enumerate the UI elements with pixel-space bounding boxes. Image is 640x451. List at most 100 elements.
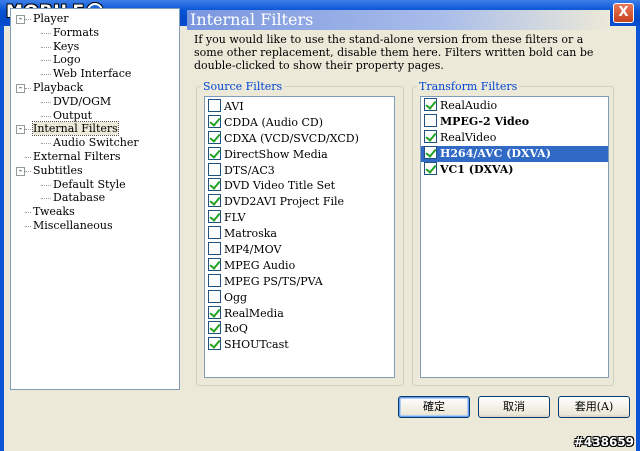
tree-item-audio-switcher[interactable]: Audio Switcher <box>15 136 179 150</box>
tree-connector <box>25 19 31 20</box>
filter-checkbox[interactable] <box>424 145 437 159</box>
filter-item-mp4-mov[interactable]: MP4/MOV <box>205 242 394 258</box>
filter-label: DTS/AC3 <box>224 163 275 177</box>
filter-item-dvd2avi-project-file[interactable]: DVD2AVI Project File <box>205 194 394 210</box>
filter-label: RealVideo <box>440 130 497 144</box>
filter-label: CDDA (Audio CD) <box>224 115 324 129</box>
transform-filters-list[interactable]: RealAudio MPEG-2 Video RealVideo H264/AVC (… <box>420 96 609 378</box>
tree-item-external-filters[interactable]: External Filters <box>15 150 179 164</box>
tree-item-logo[interactable]: Logo <box>15 53 179 67</box>
tree-item-label: Tweaks <box>33 205 75 219</box>
tree-item-subtitles[interactable]: - Subtitles <box>15 164 179 178</box>
filter-checkbox[interactable] <box>424 161 437 175</box>
collapse-icon[interactable]: - <box>16 166 25 176</box>
filter-checkbox[interactable] <box>208 210 221 224</box>
filter-label: H264/AVC (DXVA) <box>440 146 551 160</box>
filter-label: MP4/MOV <box>224 243 282 257</box>
tree-item-output[interactable]: Output <box>15 109 179 123</box>
page-title: Internal Filters <box>187 10 610 30</box>
tree-item-tweaks[interactable]: Tweaks <box>15 205 179 219</box>
filter-checkbox[interactable] <box>208 289 221 303</box>
tree-item-playback[interactable]: - Playback <box>15 81 179 95</box>
filter-checkbox[interactable] <box>208 273 221 287</box>
tree-item-label: Web Interface <box>53 67 132 81</box>
tree-item-player[interactable]: - Player <box>15 12 179 26</box>
filter-label: MPEG-2 Video <box>440 114 530 128</box>
filter-checkbox[interactable] <box>208 226 221 240</box>
tree-item-dvd-ogm[interactable]: DVD/OGM <box>15 95 179 109</box>
options-tree: - Player Formats Keys Logo Web Interface - Play… <box>10 8 180 390</box>
filter-item-mpeg-audio[interactable]: MPEG Audio <box>205 257 394 274</box>
filter-item-shoutcast[interactable]: SHOUTcast <box>205 337 394 353</box>
filter-label: MPEG PS/TS/PVA <box>224 274 323 288</box>
filter-checkbox[interactable] <box>208 146 221 160</box>
collapse-icon[interactable]: - <box>16 15 25 24</box>
tree-item-keys[interactable]: Keys <box>15 40 179 54</box>
filter-item-cdxa-vcd-svcd-xcd[interactable]: CDXA (VCD/SVCD/XCD) <box>205 130 394 147</box>
filter-checkbox[interactable] <box>424 113 437 127</box>
tree-connector <box>41 74 51 76</box>
tree-item-label: Formats <box>53 25 99 39</box>
tree-item-miscellaneous[interactable]: Miscellaneous <box>15 219 179 233</box>
filter-item-mpeg-ps-ts-pva[interactable]: MPEG PS/TS/PVA <box>205 273 394 290</box>
tree-connector <box>41 198 51 200</box>
filter-label: Matroska <box>224 227 277 241</box>
filter-item-roq[interactable]: RoQ <box>205 321 394 337</box>
filter-label: MPEG Audio <box>224 258 296 272</box>
tree-connector <box>25 225 31 227</box>
filter-checkbox[interactable] <box>424 98 437 111</box>
transform-filters-legend: Transform Filters <box>419 80 518 93</box>
filter-item-dts-ac3[interactable]: DTS/AC3 <box>205 162 394 179</box>
tree-connector <box>25 156 31 158</box>
tree-connector <box>41 184 51 186</box>
close-button[interactable]: X <box>613 3 634 23</box>
filter-item-cdda-audio-cd[interactable]: CDDA (Audio CD) <box>205 114 394 131</box>
filter-item-realvideo[interactable]: RealVideo <box>421 129 608 146</box>
filter-item-h264-avc-dxva[interactable]: H264/AVC (DXVA) <box>421 145 608 162</box>
filter-checkbox[interactable] <box>208 130 221 144</box>
filter-item-directshow-media[interactable]: DirectShow Media <box>205 146 394 163</box>
ok-button[interactable]: 確定 <box>398 396 470 418</box>
filter-label: AVI <box>224 100 244 113</box>
tree-item-database[interactable]: Database <box>15 191 179 205</box>
tree-item-label: External Filters <box>33 149 121 163</box>
filter-checkbox[interactable] <box>208 305 221 319</box>
filter-item-realaudio[interactable]: RealAudio <box>421 98 608 114</box>
tree-item-label: Keys <box>53 39 80 53</box>
filter-checkbox[interactable] <box>208 99 221 112</box>
source-filters-list[interactable]: AVI CDDA (Audio CD) CDXA (VCD/SVCD/XCD) Dir… <box>204 96 395 378</box>
filter-item-ogg[interactable]: Ogg <box>205 289 394 306</box>
tree-connector <box>41 60 51 62</box>
filter-item-realmedia[interactable]: RealMedia <box>205 305 394 322</box>
filter-checkbox[interactable] <box>208 242 221 256</box>
filter-item-mpeg-2-video[interactable]: MPEG-2 Video <box>421 113 608 130</box>
apply-button[interactable]: 套用(A) <box>558 396 630 418</box>
tree-item-formats[interactable]: Formats <box>15 26 179 40</box>
filter-checkbox[interactable] <box>208 337 221 351</box>
tree-item-web-interface[interactable]: Web Interface <box>15 67 179 81</box>
filter-checkbox[interactable] <box>208 321 221 335</box>
filter-item-matroska[interactable]: Matroska <box>205 226 394 242</box>
filter-checkbox[interactable] <box>208 162 221 176</box>
filter-checkbox[interactable] <box>208 194 221 208</box>
filter-checkbox[interactable] <box>424 129 437 143</box>
filter-label: RealMedia <box>224 306 284 320</box>
tree-item-default-style[interactable]: Default Style <box>15 178 179 192</box>
page-description: If you would like to use the stand-alone… <box>194 33 594 72</box>
tree-connector <box>25 129 31 131</box>
filter-checkbox[interactable] <box>208 178 221 192</box>
tree-item-label: Audio Switcher <box>53 136 139 150</box>
filter-label: Ogg <box>224 290 248 304</box>
filter-label: SHOUTcast <box>224 338 289 352</box>
collapse-icon[interactable]: - <box>16 83 25 93</box>
filter-item-dvd-video-title-set[interactable]: DVD Video Title Set <box>205 178 394 194</box>
filter-item-vc1-dxva[interactable]: VC1 (DXVA) <box>421 161 608 178</box>
filter-item-flv[interactable]: FLV <box>205 210 394 226</box>
filter-label: RoQ <box>224 322 248 336</box>
tree-item-internal-filters[interactable]: - Internal Filters <box>15 121 179 137</box>
filter-item-avi[interactable]: AVI <box>205 99 394 115</box>
cancel-button[interactable]: 取消 <box>478 396 550 418</box>
filter-checkbox[interactable] <box>208 257 221 271</box>
filter-checkbox[interactable] <box>208 114 221 128</box>
collapse-icon[interactable]: - <box>16 125 25 135</box>
